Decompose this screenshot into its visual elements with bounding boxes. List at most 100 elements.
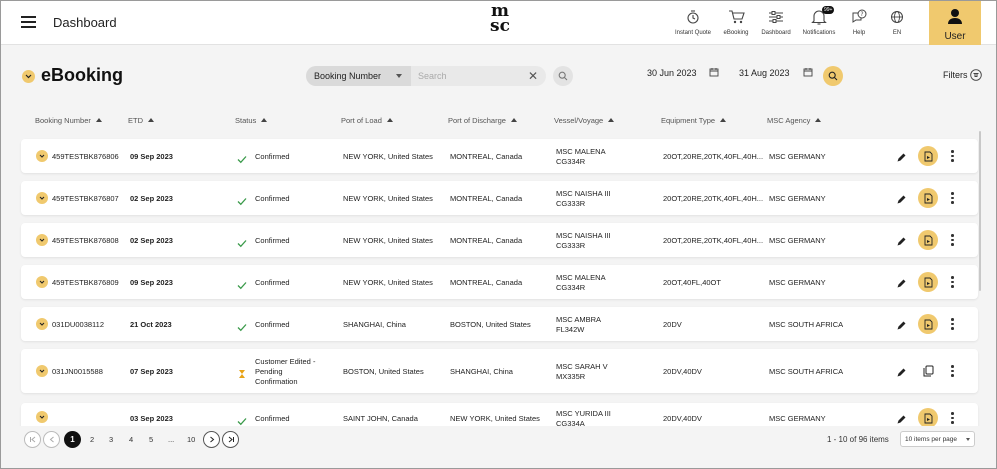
document-send-icon[interactable]	[918, 230, 938, 250]
table-row[interactable]: 031DU0038112 21 Oct 2023 Confirmed SHANG…	[21, 307, 978, 341]
table-row[interactable]: 459TESTBK876808 02 Sep 2023 Confirmed NE…	[21, 223, 978, 257]
page-button[interactable]: 3	[109, 435, 113, 444]
booking-number[interactable]: 459TESTBK876808	[52, 236, 119, 245]
expand-chevron-icon[interactable]	[36, 276, 48, 288]
last-page-icon[interactable]	[222, 431, 239, 448]
nav-instant-quote[interactable]: Instant Quote	[671, 5, 715, 36]
page-button[interactable]: 10	[187, 435, 195, 444]
nav-notifications[interactable]: 99+ Notifications	[798, 5, 840, 36]
column-header-etd[interactable]: ETD	[128, 116, 154, 125]
edit-pencil-icon[interactable]	[896, 276, 907, 294]
booking-number[interactable]: 459TESTBK876806	[52, 152, 119, 161]
expand-chevron-icon[interactable]	[36, 192, 48, 204]
check-icon	[237, 193, 247, 211]
edit-pencil-icon[interactable]	[896, 365, 907, 383]
more-options-icon[interactable]	[951, 192, 955, 206]
hamburger-menu-icon[interactable]	[21, 16, 36, 28]
next-page-icon[interactable]	[203, 431, 220, 448]
copy-icon[interactable]	[923, 364, 934, 382]
msc-agency: MSC GERMANY	[769, 278, 826, 287]
globe-icon	[885, 5, 909, 29]
expand-chevron-icon[interactable]	[36, 234, 48, 246]
expand-chevron-icon[interactable]	[36, 365, 48, 377]
more-options-icon[interactable]	[951, 276, 955, 290]
vessel-name: MSC MALENA	[556, 147, 606, 156]
page-button[interactable]: 4	[129, 435, 133, 444]
equipment-type: 20OT,20RE,20TK,40FL,40H...	[663, 194, 764, 203]
vessel-name: MSC YURIDA III	[556, 409, 611, 418]
page-button[interactable]: 2	[90, 435, 94, 444]
msc-agency: MSC GERMANY	[769, 152, 826, 161]
caret-down-icon	[396, 74, 402, 78]
port-of-discharge: BOSTON, United States	[450, 320, 531, 329]
document-send-icon[interactable]	[918, 408, 938, 428]
column-header-booking-number[interactable]: Booking Number	[35, 116, 102, 125]
sort-arrow-icon	[608, 118, 615, 122]
table-row[interactable]: 459TESTBK876806 09 Sep 2023 Confirmed NE…	[21, 139, 978, 173]
etd-date: 21 Oct 2023	[130, 320, 172, 329]
more-options-icon[interactable]	[951, 365, 955, 379]
nav-dashboard[interactable]: Dashboard	[758, 5, 794, 36]
date-to-field[interactable]: 31 Aug 2023	[739, 68, 815, 78]
booking-number[interactable]: 031JN0015588	[52, 367, 103, 376]
sort-arrow-icon	[261, 118, 268, 122]
search-input[interactable]	[418, 69, 518, 83]
chevron-down-icon[interactable]	[22, 70, 35, 83]
items-per-page-select[interactable]: 10 items per page	[900, 431, 975, 447]
nav-ebooking[interactable]: eBooking	[720, 5, 752, 36]
column-header-port-of-discharge[interactable]: Port of Discharge	[448, 116, 517, 125]
column-header-status[interactable]: Status	[235, 116, 268, 125]
table-row[interactable]: 459TESTBK876807 02 Sep 2023 Confirmed NE…	[21, 181, 978, 215]
search-field-select[interactable]: Booking Number	[306, 66, 411, 86]
port-of-discharge: NEW YORK, United States	[450, 414, 540, 423]
document-send-icon[interactable]	[918, 146, 938, 166]
document-send-icon[interactable]	[918, 314, 938, 334]
search-button[interactable]	[553, 66, 573, 86]
cart-icon	[720, 5, 752, 29]
page-button[interactable]: 5	[149, 435, 153, 444]
booking-number[interactable]: 459TESTBK876807	[52, 194, 119, 203]
more-options-icon[interactable]	[951, 234, 955, 248]
column-header-port-of-load[interactable]: Port of Load	[341, 116, 393, 125]
scrollbar[interactable]	[979, 131, 981, 291]
filters-button[interactable]: Filters	[943, 69, 982, 81]
nav-help[interactable]: ? Help	[847, 5, 871, 36]
clear-icon[interactable]: ✕	[528, 69, 538, 83]
column-header-equipment-type[interactable]: Equipment Type	[661, 116, 727, 125]
apply-search-button[interactable]	[823, 66, 843, 86]
document-send-icon[interactable]	[918, 272, 938, 292]
edit-pencil-icon[interactable]	[896, 150, 907, 168]
column-header-msc-agency[interactable]: MSC Agency	[767, 116, 822, 125]
search-icon	[558, 71, 568, 81]
msc-logo[interactable]: m sc	[485, 3, 515, 42]
table-row[interactable]: 031JN0015588 07 Sep 2023 Customer Edited…	[21, 349, 978, 393]
edit-pencil-icon[interactable]	[896, 234, 907, 252]
voyage-code: CG333R	[556, 241, 586, 250]
date-to-value: 31 Aug 2023	[739, 68, 790, 78]
expand-chevron-icon[interactable]	[36, 150, 48, 162]
expand-chevron-icon[interactable]	[36, 411, 48, 423]
more-options-icon[interactable]	[951, 150, 955, 164]
date-from-value: 30 Jun 2023	[647, 68, 697, 78]
nav-language[interactable]: EN	[885, 5, 909, 36]
document-send-icon[interactable]	[918, 188, 938, 208]
more-options-icon[interactable]	[951, 412, 955, 426]
page-button-active[interactable]: 1	[64, 431, 81, 448]
edit-pencil-icon[interactable]	[896, 318, 907, 336]
port-of-discharge: MONTREAL, Canada	[450, 152, 523, 161]
more-options-icon[interactable]	[951, 318, 955, 332]
table-row[interactable]: 459TESTBK876809 09 Sep 2023 Confirmed NE…	[21, 265, 978, 299]
prev-page-icon[interactable]	[43, 431, 60, 448]
app-frame: Dashboard m sc Instant Quote eBooking Das…	[0, 0, 997, 469]
user-button[interactable]: User	[929, 1, 981, 45]
booking-number[interactable]: 459TESTBK876809	[52, 278, 119, 287]
edit-pencil-icon[interactable]	[896, 192, 907, 210]
date-from-field[interactable]: 30 Jun 2023	[647, 68, 719, 78]
pagination-bar: 1 2 3 4 5 ... 10 1 - 10 of 96 items 10 i…	[1, 426, 996, 468]
first-page-icon[interactable]	[24, 431, 41, 448]
nav-label: Dashboard	[761, 30, 791, 36]
expand-chevron-icon[interactable]	[36, 318, 48, 330]
check-icon	[237, 235, 247, 253]
column-header-vessel-voyage[interactable]: Vessel/Voyage	[554, 116, 615, 125]
booking-number[interactable]: 031DU0038112	[52, 320, 104, 329]
